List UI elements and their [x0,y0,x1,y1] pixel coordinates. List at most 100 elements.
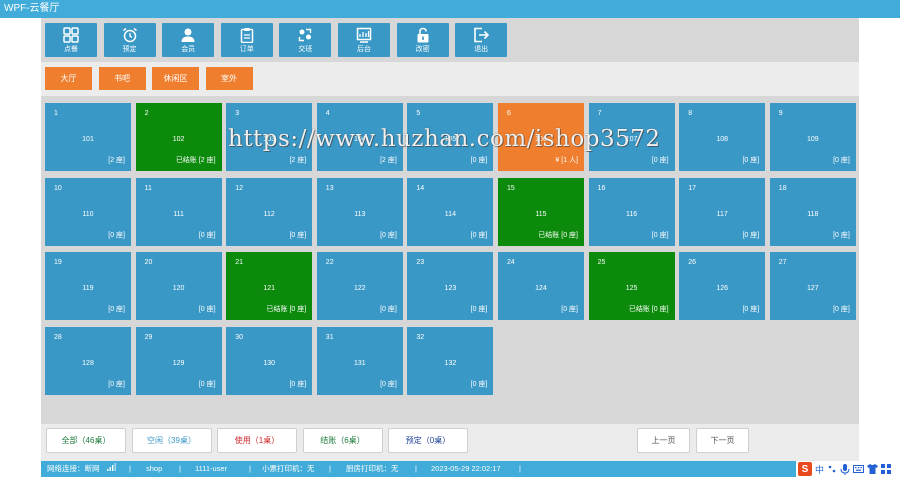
toolbar-button-label: 改密 [415,45,430,53]
toolbar-button-6[interactable]: 改密 [396,23,449,57]
status-datetime: 2023-05-29 22:02:17 [431,464,501,473]
table-number: 13 [325,184,334,192]
sogou-logo-icon[interactable]: S [798,462,812,476]
table-tile[interactable]: 22 122 [0 座] [316,252,403,321]
table-tile[interactable]: 26 126 [0 座] [679,252,766,321]
table-number: 9 [778,110,783,117]
table-seat-status: [0 座] [561,306,578,314]
table-tile[interactable]: 21 121 已结账 [0 座] [226,252,313,321]
table-tile[interactable]: 27 127 [0 座] [769,252,856,321]
table-tile[interactable]: 29 129 [0 座] [135,326,222,395]
table-seat-status: [0 座] [289,231,307,239]
table-name: 105 [444,136,457,143]
ime-language[interactable]: 中 [815,463,824,476]
table-seat-status: [0 座] [742,231,760,239]
table-seat-status: [0 座] [198,306,216,314]
table-number: 21 [235,259,243,267]
grid-icon [63,26,79,43]
table-seat-status: [2 座] [108,157,125,164]
keyboard-icon[interactable] [853,464,865,474]
clipboard-icon [239,27,255,43]
toolbar-button-4[interactable]: 交班 [279,23,332,57]
table-tile[interactable]: 28 128 [0 座] [45,326,131,395]
table-seat-status: [0 座] [470,157,488,164]
toolbar-button-label: 交班 [298,45,313,53]
area-tab-2[interactable]: 休闲区 [152,67,199,90]
filter-button-4[interactable]: 预定（0桌） [388,428,468,453]
next-page-button[interactable]: 下一页 [696,428,749,453]
shirt-icon[interactable] [867,464,879,474]
table-tile[interactable]: 6 106 ¥ [1 人] [498,103,584,171]
table-tile[interactable]: 3 103 [2 座] [226,103,313,171]
user-icon [180,27,196,43]
table-grid: 1 101 [2 座] 2 102 已结账 [2 座] 3 103 [2 座] 4 104 [2 座]… [41,96,859,424]
table-tile[interactable]: 10 110 [0 座] [45,177,131,246]
area-tab-1[interactable]: 书吧 [98,67,146,90]
table-tile[interactable]: 31 131 [0 座] [316,326,403,395]
table-seat-status: [0 座] [289,380,307,388]
filter-button-0[interactable]: 全部（46桌） [46,428,126,453]
table-name: 107 [625,136,638,143]
table-tile[interactable]: 2 102 已结账 [2 座] [135,103,222,171]
table-name: 102 [172,136,185,143]
table-seat-status: [0 座] [108,380,125,388]
filter-button-2[interactable]: 使用（1桌） [217,428,297,453]
filter-button-3[interactable]: 结账（6桌） [302,428,383,453]
table-tile[interactable]: 25 125 已结账 [0 座] [588,252,675,321]
table-name: 128 [82,359,94,367]
window-title: WPF-云餐厅 [0,0,900,18]
area-tab-0[interactable]: 大厅 [45,67,92,90]
table-tile[interactable]: 15 115 已结账 [0 座] [498,177,584,246]
punctuation-icon[interactable] [827,464,837,474]
table-name: 110 [82,210,94,218]
toolbar-button-5[interactable]: 后台 [338,23,390,57]
table-tile[interactable]: 23 123 [0 座] [407,252,494,321]
grid-icon[interactable] [881,464,892,474]
table-name: 104 [353,136,366,143]
table-name: 122 [353,285,366,293]
table-tile[interactable]: 19 119 [0 座] [45,252,131,321]
table-name: 116 [626,210,638,218]
table-tile[interactable]: 12 112 [0 座] [226,177,313,246]
toolbar-button-label: 点餐 [64,45,78,53]
toolbar-button-7[interactable]: 退出 [455,23,508,57]
table-seat-status: 已结账 [0 座] [628,306,669,314]
table-number: 8 [688,110,693,117]
table-seat-status: [0 座] [198,231,216,239]
table-tile[interactable]: 32 132 [0 座] [407,326,494,395]
table-tile[interactable]: 17 117 [0 座] [679,177,766,246]
table-number: 6 [507,110,511,117]
prev-page-button[interactable]: 上一页 [637,428,690,453]
table-tile[interactable]: 20 120 [0 座] [135,252,222,321]
table-number: 15 [507,184,515,192]
toolbar-button-2[interactable]: 会员 [162,23,215,57]
table-tile[interactable]: 11 111 [0 座] [135,177,222,246]
table-tile[interactable]: 30 130 [0 座] [226,326,313,395]
toolbar-button-3[interactable]: 订单 [220,23,273,57]
toolbar-button-0[interactable]: 点餐 [45,23,97,57]
toolbar-button-label: 预定 [122,45,137,53]
table-tile[interactable]: 9 109 [0 座] [769,103,856,171]
table-tile[interactable]: 16 116 [0 座] [588,177,675,246]
ime-toolbar[interactable]: S 中 [796,461,900,477]
table-tile[interactable]: 13 113 [0 座] [316,177,403,246]
table-tile[interactable]: 7 107 [0 座] [588,103,675,171]
toolbar-button-label: 退出 [474,45,489,53]
table-tile[interactable]: 24 124 [0 座] [498,252,584,321]
table-tile[interactable]: 1 101 [2 座] [45,103,131,171]
table-name: 106 [535,136,547,143]
table-tile[interactable]: 14 114 [0 座] [407,177,494,246]
status-separator: | [249,464,251,473]
area-tab-3[interactable]: 室外 [205,67,253,90]
toolbar-button-1[interactable]: 预定 [103,23,156,57]
filter-button-1[interactable]: 空闲（39桌） [131,428,212,453]
microphone-icon[interactable] [840,463,850,475]
table-tile[interactable]: 8 108 [0 座] [679,103,766,171]
table-seat-status: [2 座] [380,157,397,164]
status-separator: | [519,464,521,473]
table-tile[interactable]: 18 118 [0 座] [769,177,856,246]
table-number: 10 [54,184,62,192]
table-tile[interactable]: 4 104 [2 座] [316,103,403,171]
receipt-printer-status: 小票打印机：无 [262,464,315,473]
table-tile[interactable]: 5 105 [0 座] [407,103,494,171]
